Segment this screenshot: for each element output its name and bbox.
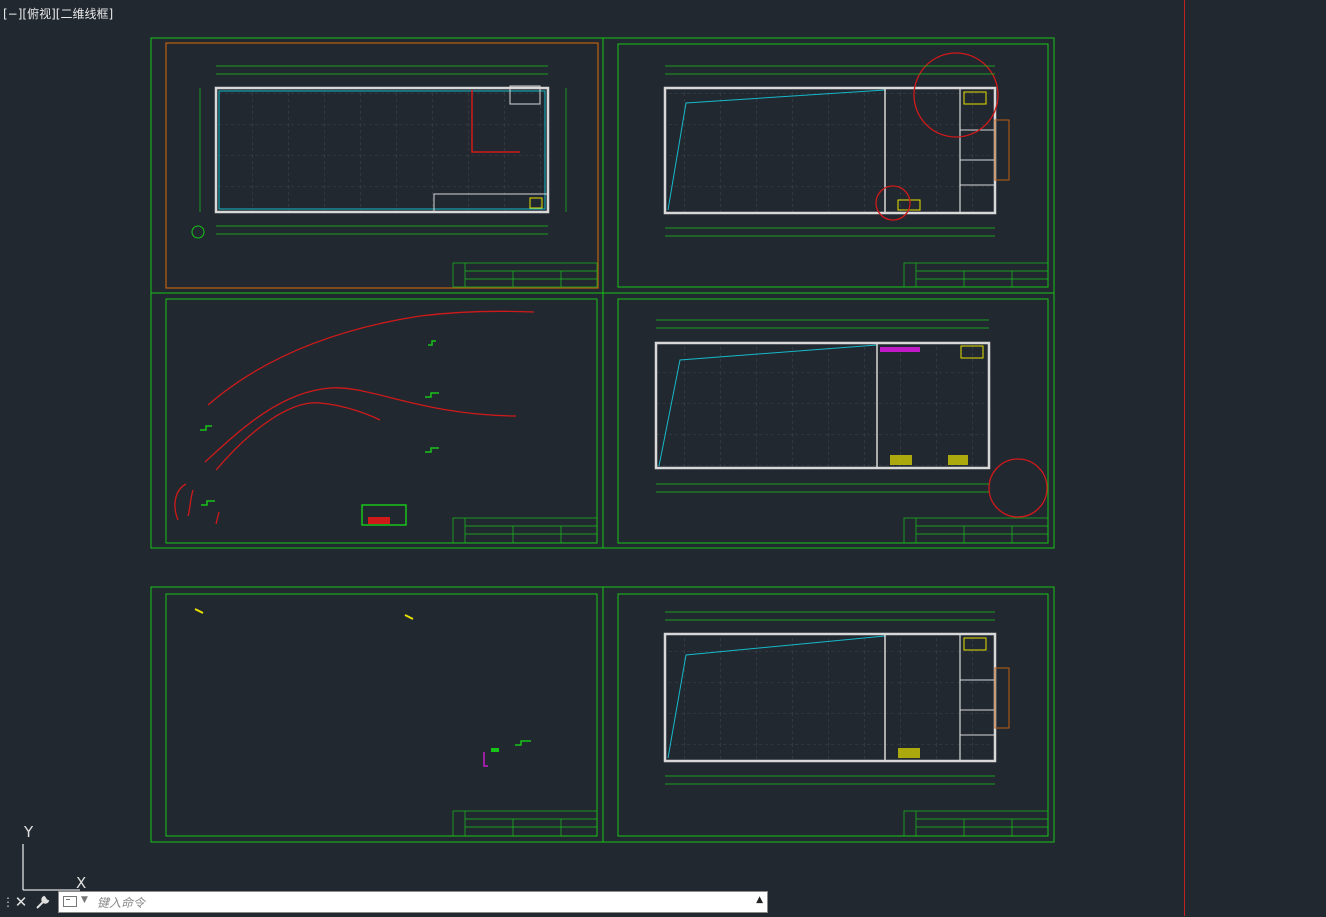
- chevron-up-icon[interactable]: ▲: [756, 895, 763, 905]
- ucs-icon: Y X: [22, 823, 86, 892]
- floor-plan-3: [654, 319, 1048, 518]
- chevron-down-icon[interactable]: ▼: [81, 895, 88, 905]
- command-prompt-icon[interactable]: [63, 896, 77, 907]
- floor-plan-4: [663, 611, 1010, 785]
- close-icon[interactable]: ✕: [11, 890, 31, 914]
- site-sketch: [174, 310, 535, 525]
- sparse-sheet-markers: [194, 608, 531, 767]
- sheet-frame: [150, 292, 604, 549]
- ucs-y-label: Y: [23, 823, 34, 841]
- command-input[interactable]: [95, 892, 739, 914]
- sheet-frame: [150, 586, 604, 843]
- command-line-bar: ⋮ ✕ ▼ ▲: [0, 890, 768, 914]
- floor-plan-2: [663, 52, 1010, 237]
- site-markers: [200, 340, 439, 526]
- wrench-icon[interactable]: [33, 890, 53, 914]
- floor-plan-1: [191, 65, 567, 239]
- drawing-canvas[interactable]: [0, 0, 1326, 916]
- command-input-wrapper: ▼ ▲: [58, 891, 768, 914]
- command-line-grip-icon[interactable]: ⋮: [2, 892, 14, 912]
